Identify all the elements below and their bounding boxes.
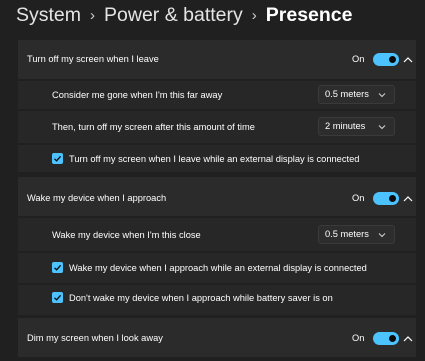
chevron-down-icon (378, 93, 386, 98)
external-display-wake-label: Wake my device when I approach while an … (69, 263, 367, 273)
turn-off-time-label: Then, turn off my screen after this amou… (52, 122, 255, 132)
external-display-off-label: Turn off my screen when I leave while an… (69, 154, 360, 164)
turn-off-screen-header[interactable]: Turn off my screen when I leave On (18, 40, 416, 79)
dim-screen-toggle[interactable] (373, 332, 399, 345)
battery-saver-label: Don't wake my device when I approach whi… (69, 293, 333, 303)
wake-device-title: Wake my device when I approach (27, 193, 167, 203)
external-display-wake-checkbox[interactable] (52, 262, 63, 273)
dim-screen-title: Dim my screen when I look away (27, 333, 163, 343)
wake-device-toggle[interactable] (373, 192, 399, 205)
toggle-knob (389, 195, 396, 202)
breadcrumb-system[interactable]: System (16, 4, 81, 27)
wake-distance-dropdown[interactable]: 0.5 meters (318, 225, 395, 244)
setting-row-gone-distance: Consider me gone when I'm this far away … (18, 81, 416, 109)
checkmark-icon (54, 294, 62, 301)
wake-device-state: On (352, 193, 365, 203)
battery-saver-checkbox[interactable] (52, 292, 63, 303)
gone-distance-label: Consider me gone when I'm this far away (52, 90, 223, 100)
gone-distance-value: 0.5 meters (325, 89, 369, 99)
turn-off-screen-state: On (352, 54, 365, 64)
external-display-off-checkbox[interactable] (52, 153, 63, 164)
dim-screen-state: On (352, 333, 365, 343)
breadcrumb: System › Power & battery › Presence (16, 4, 352, 27)
gone-distance-dropdown[interactable]: 0.5 meters (318, 85, 395, 104)
turn-off-screen-title: Turn off my screen when I leave (27, 54, 159, 64)
turn-off-time-value: 2 minutes (325, 121, 366, 131)
toggle-knob (389, 56, 396, 63)
checkmark-icon (54, 155, 62, 162)
setting-row-external-display-off: Turn off my screen when I leave while an… (18, 145, 416, 172)
setting-row-wake-distance: Wake my device when I'm this close 0.5 m… (18, 218, 416, 251)
toggle-knob (389, 335, 396, 342)
setting-row-battery-saver: Don't wake my device when I approach whi… (18, 285, 416, 315)
chevron-up-icon[interactable] (402, 334, 414, 344)
dim-screen-header[interactable]: Dim my screen when I look away On (18, 318, 416, 357)
turn-off-time-dropdown[interactable]: 2 minutes (318, 117, 395, 136)
wake-device-header[interactable]: Wake my device when I approach On (18, 177, 416, 216)
chevron-down-icon (378, 233, 386, 238)
turn-off-screen-toggle[interactable] (373, 53, 399, 66)
chevron-up-icon[interactable] (402, 55, 414, 65)
checkmark-icon (54, 264, 62, 271)
wake-distance-label: Wake my device when I'm this close (52, 230, 201, 240)
breadcrumb-power-battery[interactable]: Power & battery (104, 4, 243, 27)
breadcrumb-separator: › (90, 7, 96, 24)
chevron-up-icon[interactable] (402, 194, 414, 204)
setting-row-external-display-wake: Wake my device when I approach while an … (18, 253, 416, 283)
wake-distance-value: 0.5 meters (325, 229, 369, 239)
page-title: Presence (265, 4, 353, 26)
breadcrumb-separator: › (251, 7, 257, 24)
setting-row-turn-off-time: Then, turn off my screen after this amou… (18, 111, 416, 143)
chevron-down-icon (378, 125, 386, 130)
